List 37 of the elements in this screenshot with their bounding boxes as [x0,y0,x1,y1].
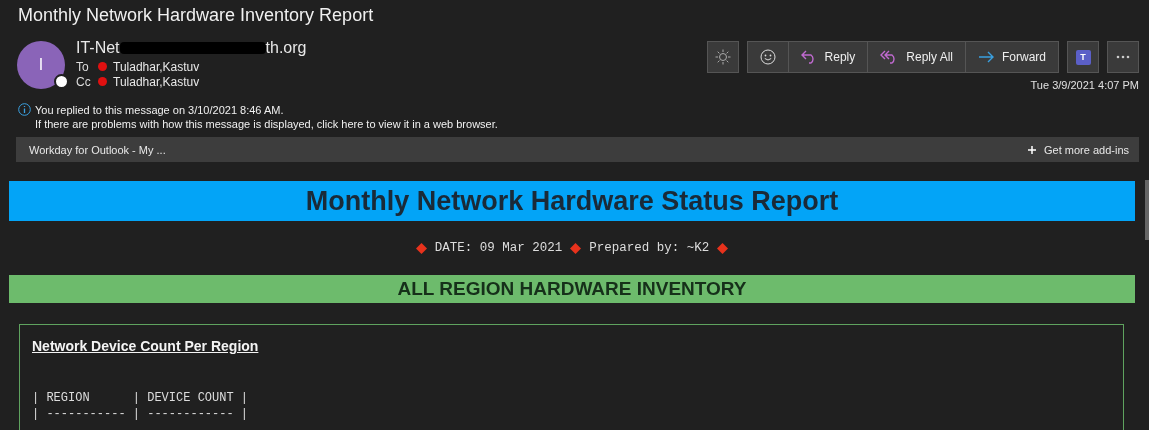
teams-icon: T [1075,49,1091,65]
report-banner: Monthly Network Hardware Status Report [9,181,1135,221]
window-title: Monthly Network Hardware Inventory Report [17,4,375,27]
report-date: DATE: 09 Mar 2021 [434,241,563,255]
theme-button[interactable] [706,41,739,73]
sender-avatar: I [17,41,65,89]
more-icon [1116,55,1130,59]
addin-link[interactable]: Workday for Outlook - My ... [29,143,166,156]
table-line: | REGION | DEVICE COUNT | [32,390,250,406]
sender-address: IT-Net [76,39,120,57]
recipient-label: Cc [76,74,92,89]
diamond-icon [570,242,582,254]
recipient-name[interactable]: Tuladhar,Kastuv [113,59,200,74]
info-icon [18,103,31,116]
reply-arrow-icon [800,50,817,64]
section-heading: ALL REGION HARDWARE INVENTORY [9,275,1135,303]
scrollbar[interactable] [1145,180,1149,240]
info-text[interactable]: If there are problems with how this message is displayed, click here to view it in a web browser. [35,117,498,131]
plus-icon [1028,145,1036,154]
teams-button[interactable]: T [1067,41,1099,73]
get-addins-link[interactable]: Get more add-ins [1044,143,1129,156]
table-line: | ----------- | ------------ | [32,406,250,422]
recipient-label: To [76,59,90,74]
sender-address: th.org [265,39,307,57]
status-dot [98,77,107,86]
forward-arrow-icon [978,51,994,63]
status-dot [98,62,107,71]
presence-dot [54,74,69,89]
report-author: Prepared by: ~K2 [589,241,710,255]
info-text: You replied to this message on 3/10/2021 8:46 AM. [35,103,285,117]
diamond-icon [415,242,427,254]
card-title: Network Device Count Per Region [32,338,260,354]
recipient-name[interactable]: Tuladhar,Kastuv [113,74,200,89]
smiley-icon [759,49,776,65]
sun-icon [714,49,731,65]
diamond-icon [717,242,729,254]
received-time: Tue 3/9/2021 4:07 PM [1030,79,1139,91]
